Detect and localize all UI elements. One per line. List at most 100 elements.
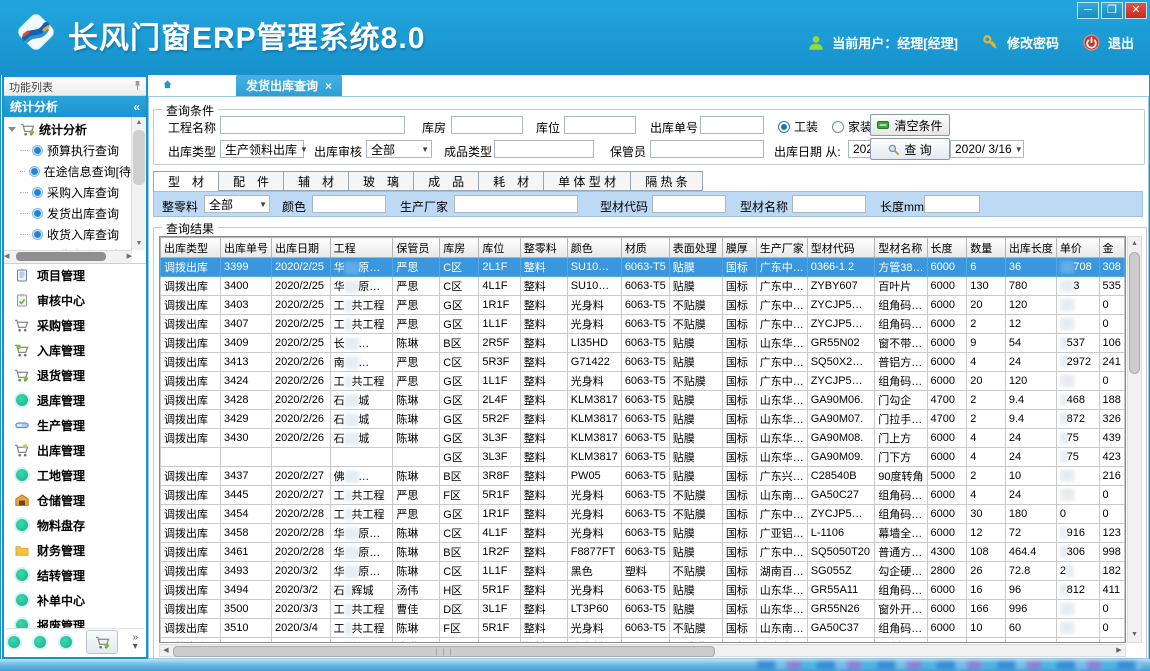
table-row-6[interactable]: 调拨出库34242020/2/26工▒共工程严思G区1L1F整料光身料6063-…	[161, 372, 1125, 391]
table-cell[interactable]: 华▒▒原…	[330, 258, 393, 277]
table-cell[interactable]: 998	[1099, 543, 1124, 562]
table-cell[interactable]: 12	[967, 524, 1006, 543]
table-cell[interactable]: 国标	[722, 505, 756, 524]
table-cell[interactable]: 幕墙全…	[875, 524, 927, 543]
table-row-5[interactable]: 调拨出库34132020/2/26南▒▒…严思C区5R3F整料G71422606…	[161, 353, 1125, 372]
table-cell[interactable]: 72	[1005, 524, 1056, 543]
table-cell[interactable]: 72.8	[1005, 562, 1056, 581]
table-cell[interactable]: 组角码…	[875, 619, 927, 638]
table-cell[interactable]: ▒916	[1056, 524, 1099, 543]
table-cell[interactable]: KLM3817	[567, 391, 621, 410]
table-cell[interactable]: 60	[1005, 619, 1056, 638]
table-cell[interactable]: 普铝方…	[875, 353, 927, 372]
table-cell[interactable]: 5R2F	[479, 410, 520, 429]
table-cell[interactable]: 3L3F	[479, 448, 520, 467]
table-cell[interactable]: SQ50X2…	[807, 353, 875, 372]
table-cell[interactable]: 3403	[221, 296, 272, 315]
table-cell[interactable]: 3494	[221, 581, 272, 600]
table-cell[interactable]: 6	[967, 258, 1006, 277]
table-cell[interactable]: 广东中…	[756, 315, 807, 334]
table-cell[interactable]: 严思	[393, 296, 440, 315]
table-cell[interactable]: G区	[440, 429, 479, 448]
table-cell[interactable]: 4L1F	[479, 524, 520, 543]
table-cell[interactable]: 36	[1005, 258, 1056, 277]
table-cell[interactable]: 陈琳	[393, 391, 440, 410]
table-cell[interactable]: 广东中…	[756, 353, 807, 372]
table-cell[interactable]: 1R2F	[479, 543, 520, 562]
material-tab-0[interactable]: 型 材	[153, 171, 219, 192]
grid-vertical-scrollbar[interactable]: ▲ ▼	[1127, 236, 1142, 643]
table-cell[interactable]: ZYBY607	[807, 277, 875, 296]
table-cell[interactable]: 山东南…	[756, 486, 807, 505]
table-cell[interactable]: 6000	[927, 277, 967, 296]
table-cell[interactable]: 6000	[927, 334, 967, 353]
table-cell[interactable]: 9.4	[1005, 391, 1056, 410]
table-cell[interactable]: KLM3817	[567, 410, 621, 429]
table-cell[interactable]: 贴膜	[669, 410, 722, 429]
table-cell[interactable]: 调拨出库	[161, 543, 221, 562]
table-cell[interactable]: 国标	[722, 315, 756, 334]
table-cell[interactable]: 调拨出库	[161, 353, 221, 372]
table-cell[interactable]: 6063-T5	[621, 600, 669, 619]
table-cell[interactable]: 组角码…	[875, 486, 927, 505]
col-header-1[interactable]: 出库单号	[221, 238, 272, 258]
table-cell[interactable]: 1L2F	[479, 638, 520, 644]
clear-conditions-button[interactable]: 清空条件	[870, 114, 950, 136]
col-header-6[interactable]: 库位	[479, 238, 520, 258]
table-cell[interactable]: 山东华…	[756, 429, 807, 448]
table-cell[interactable]: 国标	[722, 258, 756, 277]
collapse-chevron-icon[interactable]: «	[133, 100, 140, 114]
close-button[interactable]: ✕	[1125, 2, 1147, 19]
table-cell[interactable]: 4	[967, 429, 1006, 448]
table-cell[interactable]: 60	[1005, 638, 1056, 644]
table-cell[interactable]: 整料	[520, 543, 567, 562]
table-cell[interactable]: 组角码…	[875, 315, 927, 334]
table-cell[interactable]: 3445	[221, 486, 272, 505]
table-cell[interactable]: 1R1F	[479, 296, 520, 315]
table-cell[interactable]: 2800	[927, 562, 967, 581]
table-cell[interactable]: 3409	[221, 334, 272, 353]
table-cell[interactable]: C28540B	[807, 467, 875, 486]
table-cell[interactable]: 国标	[722, 638, 756, 644]
table-cell[interactable]: 整料	[520, 562, 567, 581]
table-cell[interactable]: D区	[440, 600, 479, 619]
table-cell[interactable]	[330, 448, 393, 467]
table-cell[interactable]: B区	[440, 467, 479, 486]
table-cell[interactable]: 6000	[927, 429, 967, 448]
table-cell[interactable]: ▒▒	[1056, 372, 1099, 391]
table-cell[interactable]: 20	[967, 372, 1006, 391]
table-cell[interactable]: 54	[1005, 334, 1056, 353]
table-cell[interactable]: 2020/3/2	[272, 562, 331, 581]
table-cell[interactable]: 6063-T5	[621, 315, 669, 334]
sidebar-item-11[interactable]: 财务管理	[6, 538, 144, 563]
table-cell[interactable]: 调拨出库	[161, 429, 221, 448]
table-cell[interactable]: 10	[1005, 467, 1056, 486]
tree-item-1[interactable]: 在途信息查询[待	[6, 161, 131, 182]
table-cell[interactable]: 3512	[221, 638, 272, 644]
table-cell[interactable]: 411	[1099, 581, 1124, 600]
table-cell[interactable]: 严思	[393, 372, 440, 391]
table-cell[interactable]: 3458	[221, 524, 272, 543]
table-cell[interactable]: LT3P60	[567, 600, 621, 619]
table-cell[interactable]: C区	[440, 353, 479, 372]
table-cell[interactable]: 光身料	[567, 486, 621, 505]
table-cell[interactable]: LI35HD	[567, 334, 621, 353]
sidebar-item-3[interactable]: 入库管理	[6, 338, 144, 363]
sidebar-item-5[interactable]: 退库管理	[6, 388, 144, 413]
table-cell[interactable]: GA50C37	[807, 619, 875, 638]
table-cell[interactable]: ▒872	[1056, 410, 1099, 429]
scroll-left-icon[interactable]: ◀	[160, 645, 172, 657]
table-cell[interactable]: 2L1F	[479, 258, 520, 277]
table-cell[interactable]: ▒▒	[1056, 315, 1099, 334]
table-row-15[interactable]: 调拨出库34612020/2/28华▒▒原…陈琳B区1R2F整料F8877FT6…	[161, 543, 1125, 562]
table-cell[interactable]: 国标	[722, 334, 756, 353]
table-cell[interactable]: 国标	[722, 391, 756, 410]
table-cell[interactable]: 5R1F	[479, 619, 520, 638]
table-cell[interactable]: 贴膜	[669, 391, 722, 410]
table-cell[interactable]: 6000	[927, 600, 967, 619]
table-cell[interactable]: 组角码…	[875, 296, 927, 315]
table-cell[interactable]: 6063-T5	[621, 372, 669, 391]
table-cell[interactable]: 不贴膜	[669, 372, 722, 391]
table-cell[interactable]: 2020/3/4	[272, 619, 331, 638]
table-cell[interactable]: 国标	[722, 543, 756, 562]
